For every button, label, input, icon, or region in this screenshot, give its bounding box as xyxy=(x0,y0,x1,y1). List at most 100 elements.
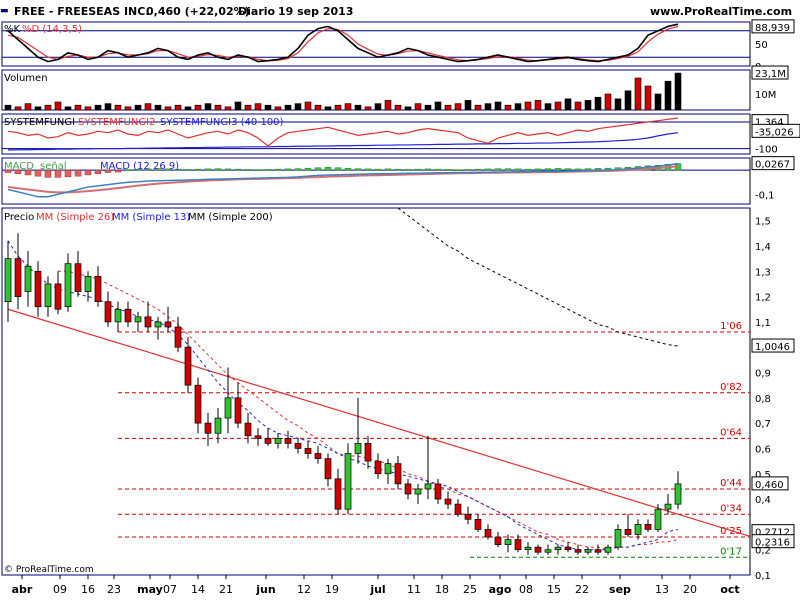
candle-body xyxy=(484,529,492,538)
y-tick-label: -0,1 xyxy=(755,190,775,201)
macd-histogram-bar xyxy=(514,168,522,171)
y-tick-label: 0,4 xyxy=(755,495,771,506)
x-tick-label: sep xyxy=(609,583,631,596)
x-tick-label: 08 xyxy=(519,583,533,596)
y-tick-label: 88,939 xyxy=(755,23,790,34)
macd-histogram-bar xyxy=(494,168,502,171)
candle-body xyxy=(464,513,472,520)
volume-bar xyxy=(114,104,122,111)
candle-body xyxy=(244,422,252,437)
candle-body xyxy=(34,270,42,308)
candle-body xyxy=(4,258,12,302)
macd-histogram-bar xyxy=(214,168,222,171)
panel-legend: MM (Simple 200) xyxy=(188,212,273,223)
x-tick-label: 21 xyxy=(219,583,233,596)
volume-bar xyxy=(4,104,12,111)
volume-bar xyxy=(54,101,62,111)
candle-body xyxy=(84,275,92,292)
macd-histogram-bar xyxy=(354,168,362,171)
macd-histogram-bar xyxy=(414,168,422,171)
candle-body xyxy=(144,316,152,328)
macd-histogram-bar xyxy=(544,168,552,171)
candle-body xyxy=(314,453,322,459)
candle-body xyxy=(424,483,432,490)
volume-bar xyxy=(624,90,632,111)
macd-histogram-bar xyxy=(534,168,542,171)
candle-body xyxy=(624,529,632,535)
candle-body xyxy=(474,518,482,530)
candle-body xyxy=(504,539,512,545)
x-tick-label: 15 xyxy=(547,583,561,596)
candle-body xyxy=(514,539,522,551)
candle-body xyxy=(234,397,242,424)
volume-bar xyxy=(414,103,422,111)
macd-histogram-bar xyxy=(464,169,472,171)
volume-bar xyxy=(134,104,142,111)
x-tick-label: 19 xyxy=(325,583,339,596)
y-tick-label: 10M xyxy=(755,90,776,101)
volume-bar xyxy=(94,104,102,111)
candle-body xyxy=(374,460,382,475)
volume-bar xyxy=(434,101,442,111)
volume-bar xyxy=(204,103,212,111)
y-tick-label: 1,3 xyxy=(755,267,771,278)
panel-legend: MM (Simple 13) xyxy=(112,212,190,223)
volume-bar xyxy=(234,101,242,111)
y-tick-label: 1,5 xyxy=(755,217,771,228)
macd-histogram-bar xyxy=(574,168,582,171)
volume-bar xyxy=(34,106,42,111)
candle-body xyxy=(664,503,672,510)
macd-histogram-bar xyxy=(424,168,432,171)
volume-bar xyxy=(574,101,582,111)
panel-legend: SYSTEMFUNGI xyxy=(4,117,75,128)
macd-histogram-bar xyxy=(384,168,392,171)
macd-histogram-bar xyxy=(504,168,512,171)
volume-bar xyxy=(214,104,222,111)
chart-canvas[interactable]: %K%D (14,3,5)88,939500Volumen23,1M10MSYS… xyxy=(0,0,800,600)
y-tick-label: 0,460 xyxy=(755,480,784,491)
volume-bar xyxy=(394,104,402,111)
candle-body xyxy=(174,326,182,348)
x-tick-label: 25 xyxy=(463,583,477,596)
price-level-label: 1'06 xyxy=(720,321,742,332)
volume-bar xyxy=(334,104,342,111)
candle-body xyxy=(204,422,212,434)
volume-bar xyxy=(524,101,532,111)
candle-body xyxy=(154,321,162,328)
candle-body xyxy=(44,283,52,308)
candle-body xyxy=(354,443,362,454)
price-level-label: 0'44 xyxy=(720,478,742,489)
candle-body xyxy=(344,453,352,510)
candle-body xyxy=(54,283,62,310)
candle-body xyxy=(94,275,102,302)
y-tick-label: 1,1 xyxy=(755,318,771,329)
panel-legend: MACD (12 26 9) xyxy=(100,161,179,172)
candle-body xyxy=(164,321,172,328)
volume-bar xyxy=(254,103,262,111)
macd-histogram-bar xyxy=(374,168,382,171)
macd-histogram-bar xyxy=(524,168,532,171)
macd-histogram-bar xyxy=(444,169,452,171)
candle-body xyxy=(434,483,442,500)
volume-bar xyxy=(384,100,392,111)
candle-body xyxy=(574,549,582,553)
panel-frame xyxy=(1,21,751,67)
candle-body xyxy=(284,437,292,444)
x-tick-label: 12 xyxy=(297,583,311,596)
price-level-label: 0'17 xyxy=(720,546,742,557)
candle-body xyxy=(14,258,22,297)
macd-histogram-bar xyxy=(274,168,282,171)
volume-bar xyxy=(324,106,332,111)
price-level-label: 0'82 xyxy=(720,382,742,393)
macd-histogram-bar xyxy=(284,168,292,171)
candle-body xyxy=(264,437,272,444)
y-tick-label: 0,8 xyxy=(755,394,771,405)
macd-histogram-bar xyxy=(364,168,372,171)
macd-histogram-bar xyxy=(304,167,312,171)
panel-legend: Precio xyxy=(4,212,34,223)
volume-bar xyxy=(604,93,612,111)
volume-bar xyxy=(614,98,622,111)
y-tick-label: 50 xyxy=(755,40,768,51)
macd-histogram-bar xyxy=(324,166,332,171)
candle-body xyxy=(614,529,622,548)
